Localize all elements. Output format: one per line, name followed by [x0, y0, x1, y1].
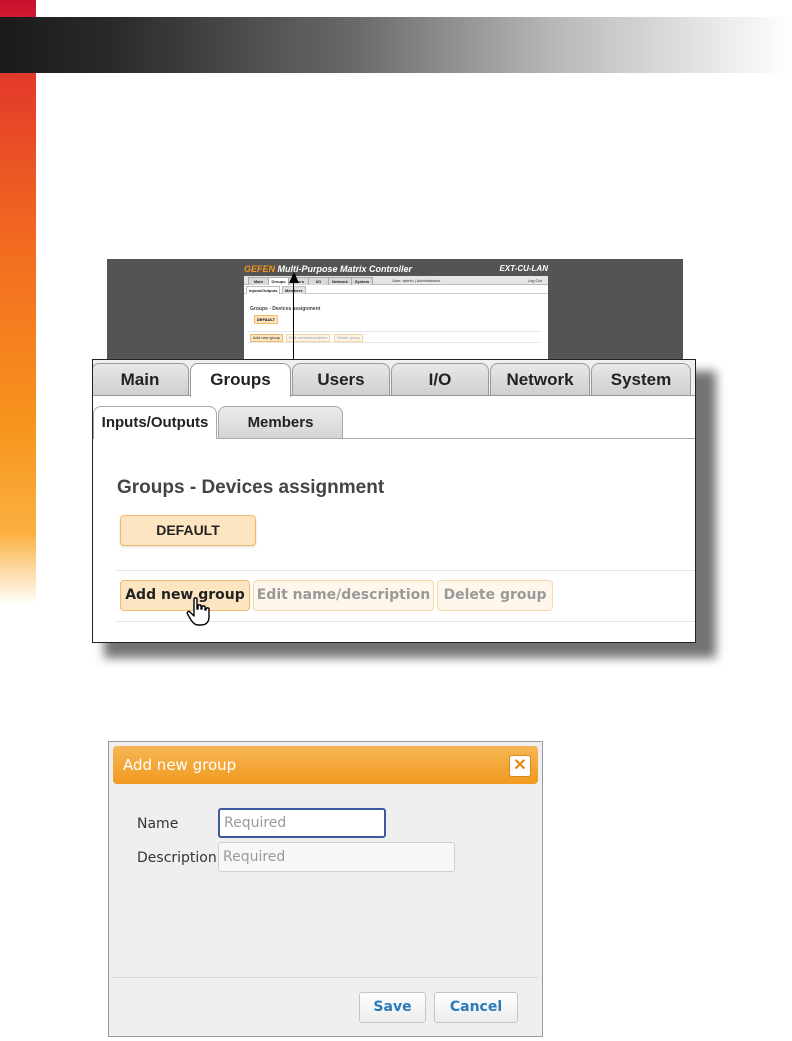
tab-groups[interactable]: Groups	[190, 363, 291, 397]
overview-add-group-button[interactable]: Add new group	[250, 334, 283, 342]
overview-subtab-inputs-outputs[interactable]: Inputs/Outputs	[246, 286, 281, 294]
brand-logo: GEFEN	[244, 264, 276, 274]
zoomed-groups-page: Main Groups Users I/O Network System Inp…	[92, 359, 696, 643]
dialog-title: Add new group	[123, 756, 237, 774]
dialog-title-bar: Add new group ✕	[113, 746, 538, 784]
tab-io[interactable]: I/O	[391, 363, 489, 395]
page-title: Groups - Devices assignment	[117, 477, 385, 498]
main-nav: Main Groups Users I/O Network System	[93, 360, 695, 397]
overview-logout-link[interactable]: Log Out	[528, 277, 542, 284]
callout-arrow-line	[293, 281, 294, 362]
close-icon[interactable]: ✕	[509, 755, 531, 777]
overview-sub-nav: Inputs/Outputs Members	[244, 285, 548, 294]
cancel-button[interactable]: Cancel	[434, 992, 518, 1023]
edit-name-description-button[interactable]: Edit name/description	[253, 580, 434, 611]
top-header-bar	[0, 17, 792, 73]
subtab-inputs-outputs[interactable]: Inputs/Outputs	[93, 406, 217, 439]
overview-tab-main[interactable]: Main	[248, 277, 269, 285]
overview-body: Main Groups Users I/O Network System Use…	[244, 276, 548, 360]
description-label: Description	[137, 850, 217, 866]
overview-tab-groups[interactable]: Groups	[268, 277, 289, 285]
description-field[interactable]	[218, 842, 455, 872]
delete-group-button[interactable]: Delete group	[437, 580, 553, 611]
callout-arrow-head	[289, 272, 299, 283]
overview-delete-group-button[interactable]: Delete group	[334, 334, 363, 342]
add-new-group-button[interactable]: Add new group	[120, 580, 250, 611]
overview-screenshot: GEFEN Multi-Purpose Matrix Controller EX…	[107, 259, 683, 360]
tab-users[interactable]: Users	[292, 363, 390, 395]
overview-page-heading: Groups - Devices assignment	[250, 306, 321, 312]
sub-nav: Inputs/Outputs Members	[93, 406, 695, 439]
dialog-footer-divider	[113, 977, 538, 978]
name-label: Name	[137, 816, 179, 832]
overview-tab-network[interactable]: Network	[328, 277, 352, 285]
side-accent-bar	[0, 0, 36, 605]
overview-tab-system[interactable]: System	[351, 277, 373, 285]
save-button[interactable]: Save	[359, 992, 426, 1023]
overview-logo: GEFEN Multi-Purpose Matrix Controller	[244, 264, 412, 274]
overview-default-group-button[interactable]: DEFAULT	[254, 315, 278, 324]
default-group-button[interactable]: DEFAULT	[120, 515, 256, 546]
overview-actions-row: Add new group Edit name/description Dele…	[248, 331, 540, 343]
hand-cursor-icon	[186, 597, 210, 626]
overview-user-info: User: admin | Administrator	[392, 278, 441, 283]
add-group-dialog: Add new group ✕ Name Description Save Ca…	[108, 741, 543, 1037]
subtab-members[interactable]: Members	[218, 406, 343, 438]
tab-system[interactable]: System	[591, 363, 691, 395]
tab-main[interactable]: Main	[93, 363, 189, 395]
name-field[interactable]	[218, 808, 386, 838]
overview-tab-io[interactable]: I/O	[308, 277, 329, 285]
tab-network[interactable]: Network	[490, 363, 590, 395]
model-name: EXT-CU-LAN	[499, 264, 548, 273]
